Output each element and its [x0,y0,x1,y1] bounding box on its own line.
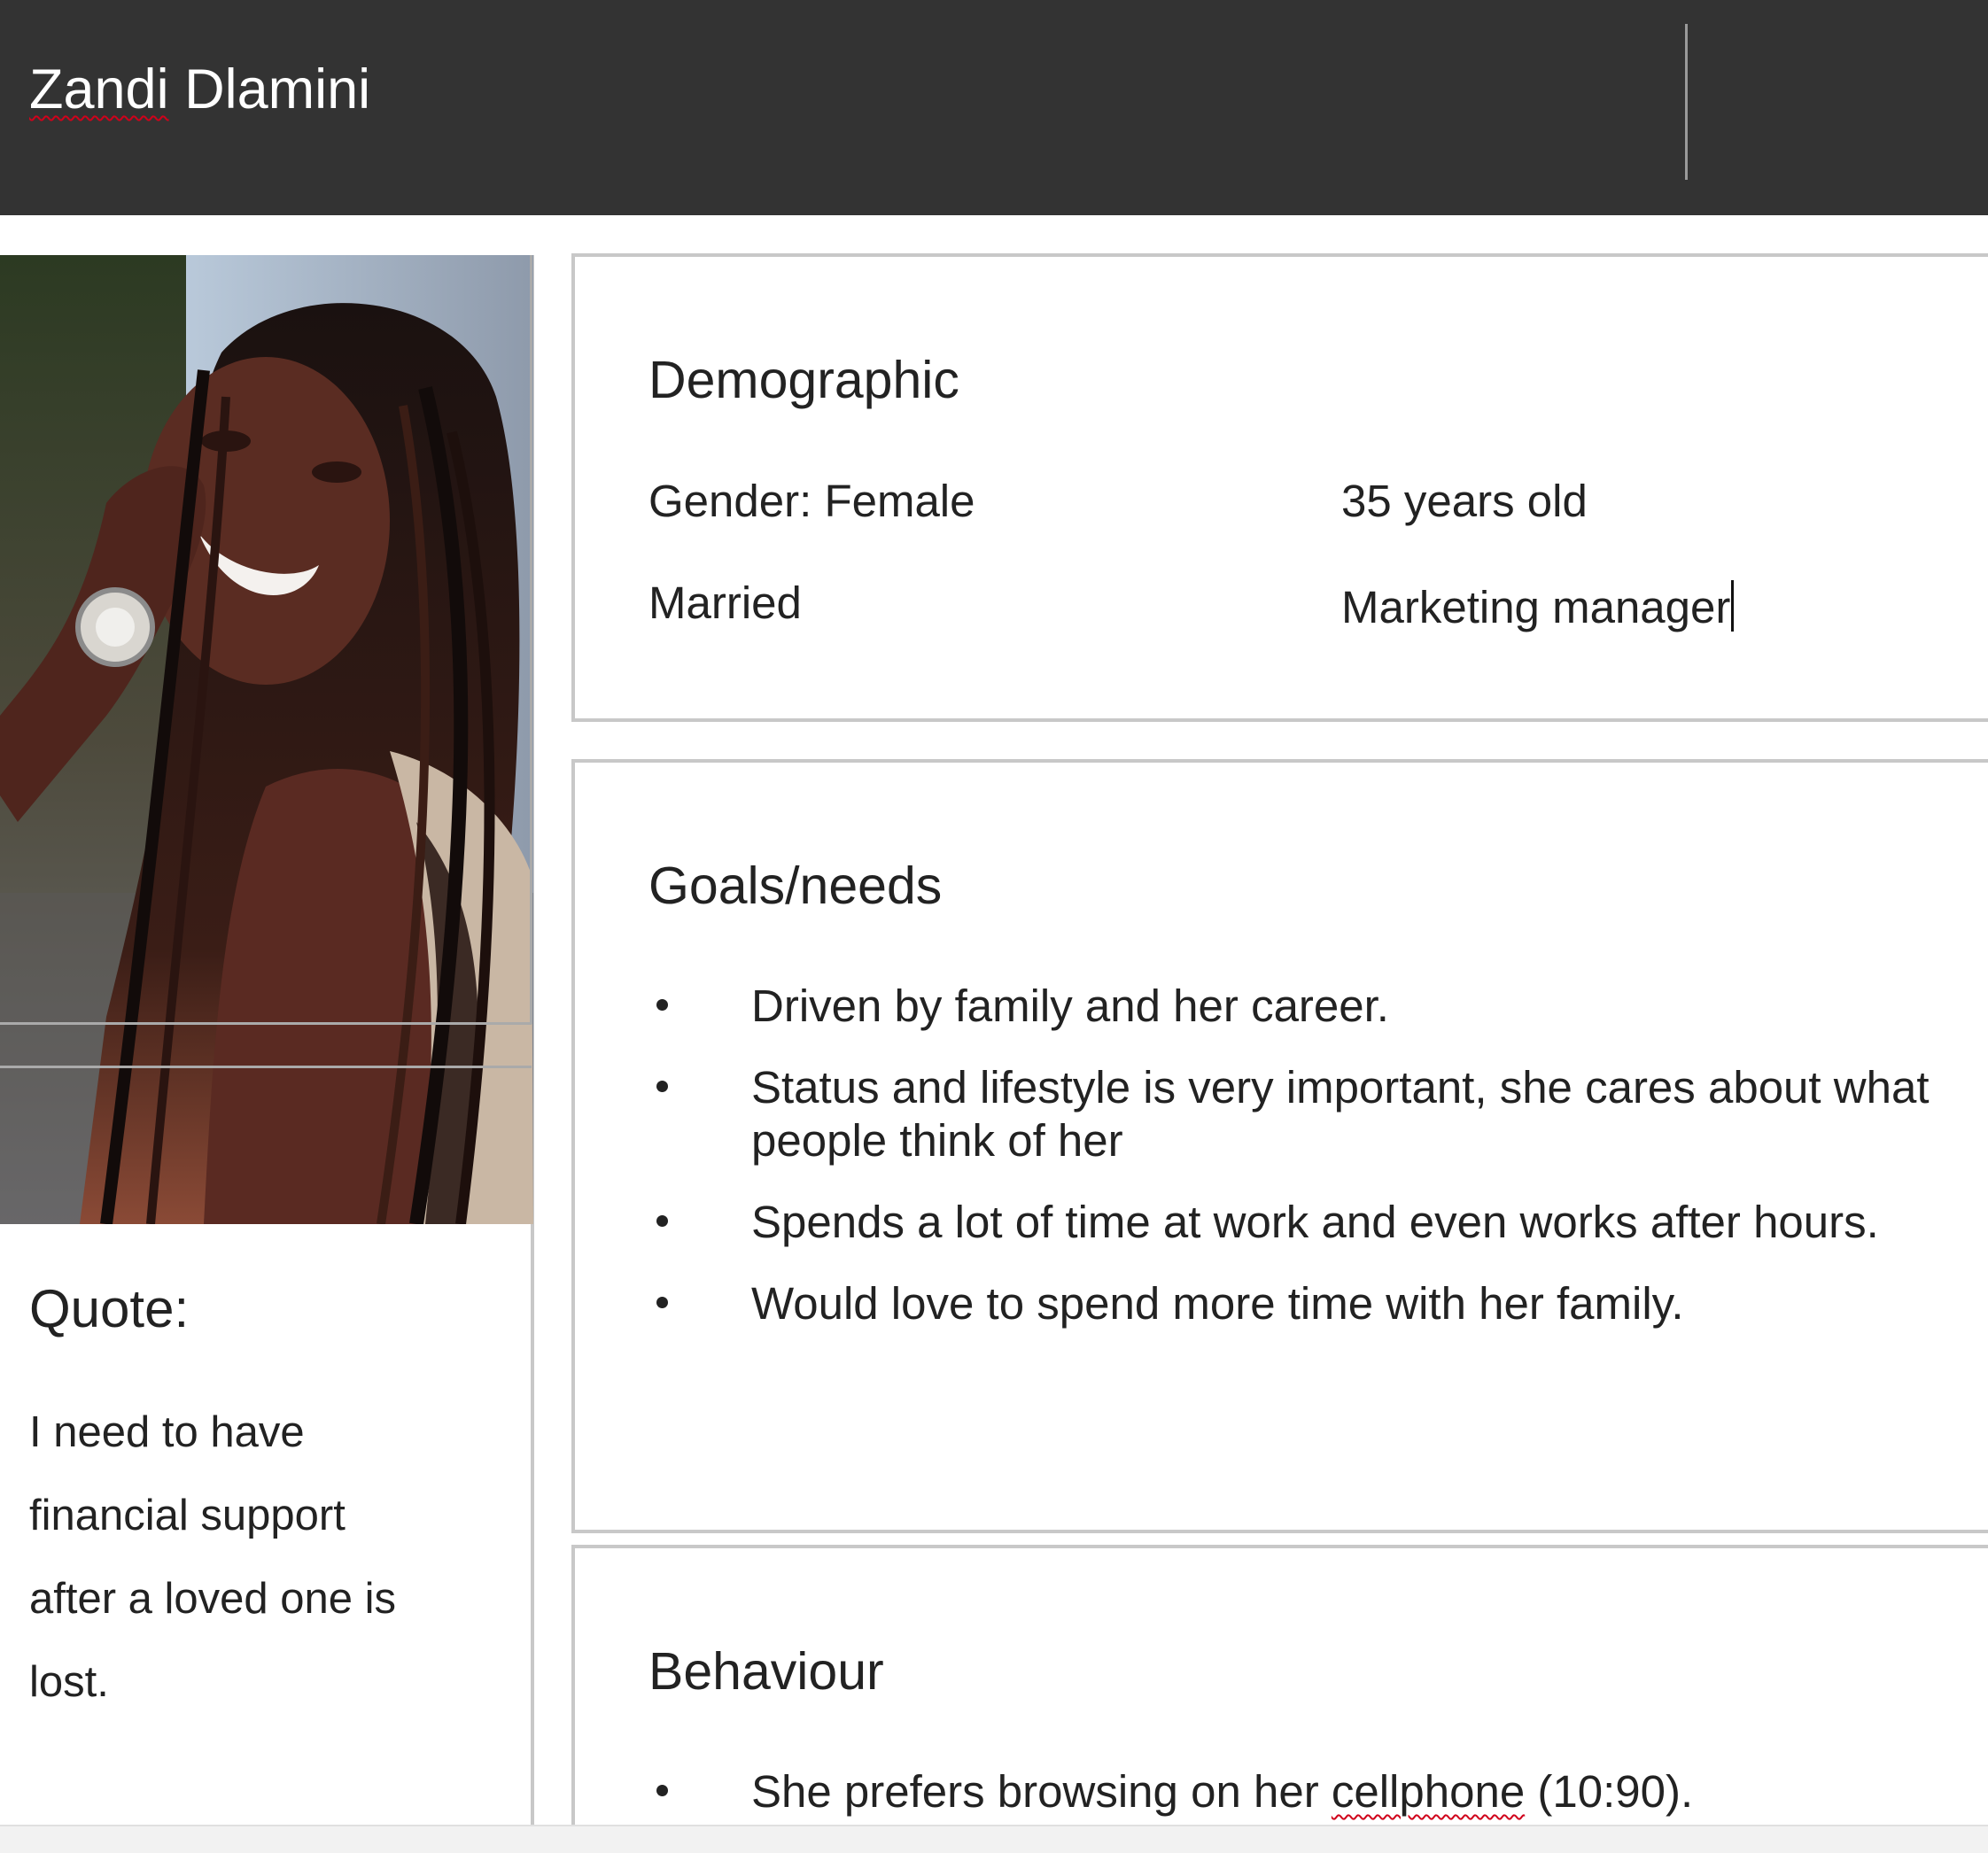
list-item-text: Status and lifestyle is very important, … [751,1062,1930,1166]
persona-first-name[interactable]: Zandi [29,58,169,120]
occupation-field[interactable]: Marketing manager [1341,580,1735,632]
quote-line: after a loved one is [29,1575,397,1623]
text-cursor [1731,580,1735,632]
goals-card: Goals/needs Driven by family and her car… [571,759,1988,1533]
table-gridline [0,1022,532,1025]
list-item-text: Spends a lot of time at work and even wo… [751,1197,1879,1247]
table-gridline [530,255,532,1024]
status-bar [0,1825,1988,1853]
demographic-card: Demographic Gender: Female 35 years old … [571,253,1988,722]
quote-line: lost. [29,1658,109,1706]
misspelled-word[interactable]: cellphone [1332,1766,1525,1817]
behaviour-card: Behaviour She prefers browsing on her ce… [571,1545,1988,1851]
age-field[interactable]: 35 years old [1341,478,1588,523]
list-item-text: Driven by family and her career. [751,981,1389,1031]
table-gridline [0,1066,532,1068]
bullet-icon [656,1215,668,1227]
quote-text[interactable]: I need to have financial support after a… [29,1391,508,1724]
persona-photo[interactable] [0,255,533,1224]
left-column: Quote: I need to have financial support … [0,255,534,1825]
bullet-icon [656,999,668,1011]
goals-title: Goals/needs [648,857,943,915]
portrait-image [0,255,533,1224]
occupation-text: Marketing manager [1341,582,1731,632]
behaviour-text-end: (10:90). [1525,1766,1694,1817]
bullet-icon [656,1081,668,1092]
title-bar: Zandi Dlamini [0,0,1988,215]
gender-field[interactable]: Gender: Female [648,478,975,523]
list-item-text: She prefers browsing on her cellphone (1… [751,1765,1988,1818]
demographic-title: Demographic [648,351,959,409]
behaviour-text-start: She prefers browsing on her [751,1766,1332,1817]
quote-line: I need to have [29,1408,305,1456]
quote-line: financial support [29,1492,346,1539]
bullet-icon [656,1297,668,1308]
quote-heading: Quote: [29,1279,190,1338]
marital-status-field[interactable]: Married [648,580,802,625]
header-divider [1685,24,1688,180]
list-item-text: Would love to spend more time with her f… [751,1278,1684,1329]
behaviour-title: Behaviour [648,1642,884,1701]
persona-name[interactable]: Zandi Dlamini [29,62,370,118]
bullet-icon [656,1785,668,1796]
persona-last-name[interactable]: Dlamini [184,58,370,120]
